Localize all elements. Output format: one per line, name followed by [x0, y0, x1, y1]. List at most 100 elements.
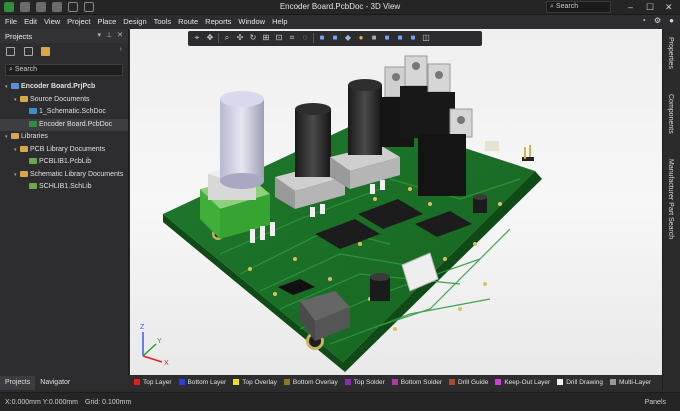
- screenshot-icon[interactable]: ◫: [421, 33, 431, 43]
- panel-tab-strip: Projects Navigator: [0, 376, 129, 390]
- properties-tab[interactable]: Properties: [667, 37, 674, 69]
- menu-window[interactable]: Window: [238, 17, 265, 26]
- open-document-icon[interactable]: [24, 47, 33, 56]
- menu-file[interactable]: File: [5, 17, 17, 26]
- layer-tab[interactable]: Bottom Solder: [391, 379, 442, 386]
- main-menu: File Edit View Project Place Design Tools Route…: [5, 17, 288, 26]
- menu-view[interactable]: View: [44, 17, 60, 26]
- view-bottom-icon[interactable]: ■: [330, 33, 340, 43]
- view-front-icon[interactable]: ■: [382, 33, 392, 43]
- toolbar-separator: [313, 33, 314, 43]
- layer-color-swatch: [134, 379, 140, 385]
- layer-name: Multi-Layer: [619, 378, 652, 386]
- menu-right-icons: ◔ ⚙ ●: [641, 16, 674, 25]
- menu-tools[interactable]: Tools: [154, 17, 172, 26]
- snap-icon[interactable]: ◌: [300, 33, 310, 43]
- layer-tab[interactable]: Keep-Out Layer: [495, 379, 550, 386]
- global-search-box[interactable]: ⌕ Search: [546, 1, 611, 13]
- panel-tab-navigator[interactable]: Navigator: [35, 376, 75, 390]
- tree-item-label: Libraries: [21, 133, 48, 140]
- menu-reports[interactable]: Reports: [205, 17, 231, 26]
- 3d-viewport[interactable]: Z X Y ⌖ ✥ ⌕ ✣ ↻ ⊞ ⊡ ⌗ ◌ ■ ■ ◆ ● ■ ■ ■ ■ …: [130, 29, 662, 375]
- layer-name: Top Overlay: [242, 378, 277, 386]
- layer-color-swatch: [557, 379, 564, 385]
- layer-name: Top Layer: [143, 378, 172, 386]
- small-capacitor: [473, 194, 487, 213]
- pin-icon[interactable]: ⊥: [106, 31, 112, 39]
- tree-item-label: PCBLIB1.PcbLib: [39, 158, 92, 165]
- schematic-doc-icon: [29, 108, 37, 115]
- minimize-button[interactable]: –: [628, 1, 633, 13]
- view-top-icon[interactable]: ■: [317, 33, 327, 43]
- section-icon[interactable]: ⌗: [287, 33, 297, 43]
- user-icon[interactable]: ●: [669, 16, 674, 25]
- layer-tab[interactable]: Top Layer: [134, 379, 172, 386]
- components-tab[interactable]: Components: [667, 94, 674, 134]
- layer-tab[interactable]: Bottom Overlay: [283, 379, 338, 386]
- folder-icon: [20, 170, 28, 177]
- menu-edit[interactable]: Edit: [24, 17, 37, 26]
- axis-gizmo: Z X Y: [140, 324, 169, 367]
- new-document-icon[interactable]: [6, 47, 15, 56]
- tree-item[interactable]: SCHLIB1.SchLib: [0, 181, 128, 194]
- render-mode-icon[interactable]: ●: [356, 33, 366, 43]
- view-iso-icon[interactable]: ◆: [343, 33, 353, 43]
- zoom-icon[interactable]: ⌕: [222, 33, 232, 43]
- layer-name: Bottom Layer: [187, 378, 227, 386]
- layer-color-swatch: [610, 379, 617, 385]
- tree-item[interactable]: ▾ PCB Library Documents: [0, 144, 128, 157]
- layer-name: Drill Guide: [457, 378, 489, 386]
- open-project-icon[interactable]: [41, 47, 50, 56]
- maximize-button[interactable]: ☐: [646, 1, 654, 13]
- axis-y-label: Y: [157, 338, 162, 345]
- fit-view-icon[interactable]: ■: [408, 33, 418, 43]
- tree-item-label: Source Documents: [30, 95, 90, 103]
- close-button[interactable]: ✕: [665, 1, 673, 13]
- layer-tab[interactable]: Drill Drawing: [557, 379, 603, 386]
- tree-item[interactable]: 1_Schematic.SchDoc: [0, 106, 128, 119]
- menu-route[interactable]: Route: [178, 17, 198, 26]
- toolbar-more-icon[interactable]: ›: [120, 46, 122, 53]
- capacitor: [370, 273, 390, 301]
- menu-project[interactable]: Project: [67, 17, 90, 26]
- right-side-tab-strip: Properties Components Manufacturer Part …: [662, 29, 680, 390]
- layer-tab[interactable]: Top Solder: [344, 379, 385, 386]
- layer-name: Drill Drawing: [566, 378, 604, 386]
- settings-icon[interactable]: ⚙: [654, 16, 661, 25]
- tree-item[interactable]: ▾ Encoder Board.PrjPcb: [0, 81, 128, 94]
- panel-tab-projects[interactable]: Projects: [0, 376, 36, 390]
- tree-item[interactable]: ▾ Schematic Library Documents: [0, 169, 128, 182]
- notifications-icon[interactable]: ◔: [641, 16, 646, 25]
- menu-help[interactable]: Help: [272, 17, 287, 26]
- view-side-icon[interactable]: ■: [395, 33, 405, 43]
- layer-tab[interactable]: Multi-Layer: [610, 379, 651, 386]
- layer-tab[interactable]: Drill Guide: [448, 378, 489, 386]
- layer-color-swatch: [495, 379, 502, 385]
- pan-icon[interactable]: ✣: [235, 33, 245, 43]
- tree-item[interactable]: Encoder Board.PcbDoc: [0, 118, 128, 131]
- tree-item[interactable]: ▾ Source Documents: [0, 94, 128, 107]
- layer-tab[interactable]: Top Overlay: [233, 379, 277, 386]
- axis-z-label: Z: [140, 324, 145, 331]
- projects-search-input[interactable]: ⌕ Search: [5, 64, 123, 76]
- panel-menu-icon[interactable]: ▾: [98, 31, 102, 39]
- align-icon[interactable]: ⊞: [261, 33, 271, 43]
- small-connector: [485, 141, 499, 151]
- menu-design[interactable]: Design: [123, 17, 146, 26]
- layer-tab-bar: Top Layer Bottom Layer Top Overlay Bottom O…: [130, 375, 662, 389]
- panels-button[interactable]: Panels: [645, 399, 666, 406]
- board-color-icon[interactable]: ■: [369, 33, 379, 43]
- menu-place[interactable]: Place: [98, 17, 117, 26]
- tree-item[interactable]: PCBLIB1.PcbLib: [0, 156, 128, 169]
- measure-icon[interactable]: ⊡: [274, 33, 284, 43]
- manufacturer-part-search-tab[interactable]: Manufacturer Part Search: [667, 159, 674, 239]
- select-tool-icon[interactable]: ⌖: [192, 33, 202, 43]
- rotate-icon[interactable]: ↻: [248, 33, 258, 43]
- move-tool-icon[interactable]: ✥: [205, 33, 215, 43]
- project-tree: ▾ Encoder Board.PrjPcb ▾ Source Documents 1_…: [0, 81, 128, 194]
- projects-panel-title: Projects: [5, 32, 33, 41]
- panel-close-icon[interactable]: ✕: [117, 31, 123, 39]
- pcb-doc-icon: [29, 120, 37, 127]
- tree-item[interactable]: ▾ Libraries: [0, 131, 128, 144]
- layer-tab[interactable]: Bottom Layer: [178, 378, 227, 386]
